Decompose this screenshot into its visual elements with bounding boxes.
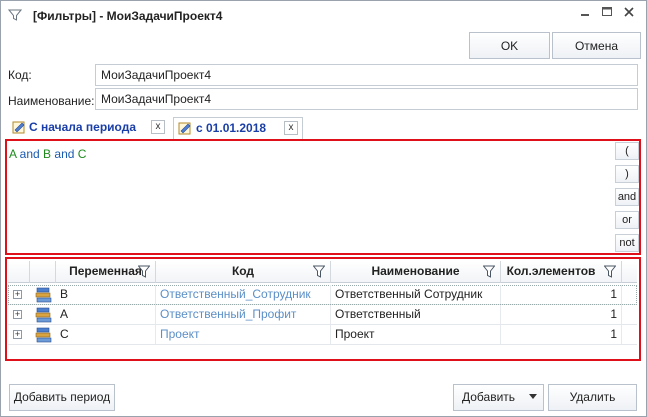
name-cell: Ответственный Сотрудник xyxy=(331,285,501,304)
count-cell: 1 xyxy=(501,305,622,324)
tab-period-start-close[interactable]: x xyxy=(151,120,165,134)
code-cell[interactable]: Проект xyxy=(156,325,331,344)
name-cell: Ответственный xyxy=(331,305,501,324)
table-row[interactable]: + C Проект Проект 1 xyxy=(8,325,637,345)
expand-row-icon[interactable]: + xyxy=(13,330,22,339)
minimize-icon[interactable] xyxy=(573,3,597,21)
count-cell: 1 xyxy=(501,285,622,304)
or-button[interactable]: or xyxy=(615,211,639,229)
open-paren-button[interactable]: ( xyxy=(615,142,639,160)
filter-icon xyxy=(8,9,22,21)
filters-dialog: [Фильтры] - МоиЗадачиПроект4 OK Отмена К… xyxy=(0,0,647,417)
expression-operator: and xyxy=(16,147,44,161)
column-header-name[interactable]: Наименование xyxy=(331,261,501,283)
title-bar: [Фильтры] - МоиЗадачиПроект4 xyxy=(1,1,646,31)
window-title: [Фильтры] - МоиЗадачиПроект4 xyxy=(33,9,223,23)
expand-row-icon[interactable]: + xyxy=(13,290,22,299)
expression-variable: C xyxy=(77,147,87,161)
variable-cell: B xyxy=(56,285,156,304)
column-header-code[interactable]: Код xyxy=(156,261,331,283)
tab-since-date-label: с 01.01.2018 xyxy=(196,121,267,135)
add-button-label: Добавить xyxy=(462,390,516,404)
name-field[interactable]: МоиЗадачиПроект4 xyxy=(95,88,638,110)
column-header-count[interactable]: Кол.элементов xyxy=(501,261,622,283)
tab-since-date[interactable]: с 01.01.2018 x xyxy=(173,117,303,139)
count-cell: 1 xyxy=(501,325,622,344)
dropdown-arrow-icon[interactable] xyxy=(529,394,537,400)
code-cell[interactable]: Ответственный_Профит xyxy=(156,305,331,324)
expression-editor[interactable] xyxy=(7,142,611,251)
variables-grid: Переменная Код Наименование Кол.элементо… xyxy=(8,261,637,357)
variable-cell: A xyxy=(56,305,156,324)
delete-button[interactable]: Удалить xyxy=(548,384,637,411)
expand-row-icon[interactable]: + xyxy=(13,310,22,319)
tab-period-start-label: С начала периода xyxy=(29,120,136,134)
name-label: Наименование: xyxy=(8,94,95,108)
code-cell[interactable]: Ответственный_Сотрудник xyxy=(156,285,331,304)
variable-stack-icon xyxy=(35,307,52,323)
grid-header-expander xyxy=(8,261,30,283)
grid-header-icon xyxy=(30,261,56,283)
maximize-icon[interactable] xyxy=(595,3,619,21)
variable-cell: C xyxy=(56,325,156,344)
tab-period-start[interactable]: С начала периода x xyxy=(9,117,169,139)
not-button[interactable]: not xyxy=(615,234,639,252)
name-cell: Проект xyxy=(331,325,501,344)
variable-stack-icon xyxy=(35,327,52,343)
add-button[interactable]: Добавить xyxy=(453,384,544,411)
variable-stack-icon xyxy=(35,287,52,303)
and-button[interactable]: and xyxy=(615,188,639,206)
column-header-code-label: Код xyxy=(231,264,255,278)
table-row[interactable]: + A Ответственный_Профит Ответственный 1 xyxy=(8,305,637,325)
column-header-variable-label: Переменная xyxy=(69,264,142,278)
code-label: Код: xyxy=(8,68,32,82)
filter-icon[interactable] xyxy=(138,265,150,278)
column-header-name-label: Наименование xyxy=(371,264,460,278)
expression-operator: and xyxy=(51,147,78,161)
expression-text: A and B and C xyxy=(9,147,86,161)
expression-variable: B xyxy=(43,147,52,161)
filter-icon[interactable] xyxy=(604,265,616,278)
add-period-button[interactable]: Добавить период xyxy=(9,384,115,411)
column-header-variable[interactable]: Переменная xyxy=(56,261,156,283)
table-row[interactable]: + B Ответственный_Сотрудник Ответственны… xyxy=(8,285,637,305)
tab-since-date-close[interactable]: x xyxy=(284,121,298,135)
edit-period-icon xyxy=(178,122,191,135)
cancel-button[interactable]: Отмена xyxy=(552,32,641,59)
close-icon[interactable] xyxy=(617,3,641,21)
filter-icon[interactable] xyxy=(483,265,495,278)
ok-button[interactable]: OK xyxy=(469,32,550,59)
grid-header-filler xyxy=(622,261,637,283)
edit-period-icon xyxy=(12,121,25,134)
column-header-count-label: Кол.элементов xyxy=(506,264,596,278)
close-paren-button[interactable]: ) xyxy=(615,165,639,183)
code-field[interactable]: МоиЗадачиПроект4 xyxy=(95,64,638,86)
filter-icon[interactable] xyxy=(313,265,325,278)
